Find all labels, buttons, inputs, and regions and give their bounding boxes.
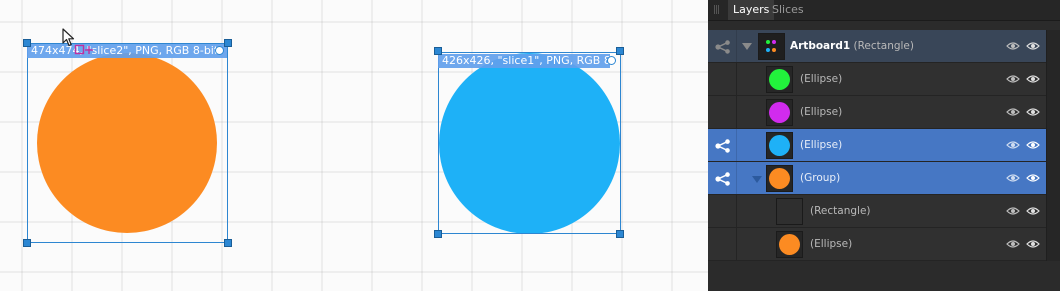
layer-type: (Ellipse) bbox=[800, 139, 843, 151]
layer-row-artboard1[interactable]: Artboard1 (Rectangle) bbox=[708, 30, 1060, 63]
resize-handle-br[interactable] bbox=[616, 230, 624, 238]
layers-panel: Layers Slices Artboard1 (Rectangle) (Ell… bbox=[708, 0, 1060, 291]
eye-icon[interactable] bbox=[1006, 107, 1020, 117]
layer-thumbnail bbox=[766, 99, 793, 126]
link-column bbox=[708, 96, 737, 128]
thumbnail-swatch bbox=[769, 168, 790, 189]
thumbnail-swatch bbox=[769, 135, 790, 156]
panel-grip-icon[interactable] bbox=[714, 5, 719, 14]
layer-label: Artboard1 (Rectangle) bbox=[790, 30, 914, 63]
resize-handle-bl[interactable] bbox=[23, 239, 31, 247]
resize-handle-tl[interactable] bbox=[434, 47, 442, 55]
layer-thumbnail bbox=[766, 66, 793, 93]
link-column bbox=[708, 129, 737, 161]
disclosure-triangle-icon[interactable] bbox=[742, 43, 752, 50]
eye-icon[interactable] bbox=[1006, 206, 1020, 216]
layer-type: (Group) bbox=[800, 172, 841, 184]
resize-handle-tr[interactable] bbox=[224, 39, 232, 47]
rotation-handle[interactable] bbox=[215, 46, 224, 55]
layer-thumbnail bbox=[766, 165, 793, 192]
disclosure-triangle-icon[interactable] bbox=[752, 176, 762, 183]
panel-tabbar: Layers Slices bbox=[708, 0, 1060, 21]
canvas[interactable]: 474x474, "slice2", PNG, RGB 8-bit 426x42… bbox=[0, 0, 708, 291]
layer-row-ellipse-blue[interactable]: (Ellipse) bbox=[708, 129, 1060, 162]
layer-row-ellipse-magenta[interactable]: (Ellipse) bbox=[708, 96, 1060, 129]
eye-icon[interactable] bbox=[1006, 173, 1020, 183]
link-column bbox=[708, 63, 737, 95]
export-link-icon[interactable] bbox=[715, 40, 731, 54]
layer-row-ellipse-orange[interactable]: (Ellipse) bbox=[708, 228, 1060, 261]
resize-handle-bl[interactable] bbox=[434, 230, 442, 238]
eye-icon[interactable] bbox=[1026, 41, 1040, 51]
eye-icon[interactable] bbox=[1026, 107, 1040, 117]
link-column bbox=[708, 162, 737, 194]
layer-type: (Ellipse) bbox=[800, 106, 843, 118]
artboard-thumbnail bbox=[758, 33, 785, 60]
selection-box-slice2[interactable] bbox=[27, 43, 228, 243]
selection-box-slice1[interactable] bbox=[438, 52, 621, 234]
resize-handle-tl[interactable] bbox=[23, 39, 31, 47]
eye-icon[interactable] bbox=[1026, 206, 1040, 216]
slice2-label: 474x474, "slice2", PNG, RGB 8-bit bbox=[27, 44, 227, 58]
thumbnail-swatch bbox=[779, 234, 800, 255]
slice-tool-icon bbox=[74, 44, 93, 55]
layer-thumbnail bbox=[766, 132, 793, 159]
layer-type: (Ellipse) bbox=[800, 73, 843, 85]
eye-icon[interactable] bbox=[1026, 239, 1040, 249]
link-column bbox=[708, 195, 737, 227]
slice1-label: 426x426, "slice1", PNG, RGB 8-bit bbox=[438, 54, 610, 68]
eye-icon[interactable] bbox=[1006, 239, 1020, 249]
export-link-icon[interactable] bbox=[715, 172, 731, 186]
tab-slices[interactable]: Slices bbox=[767, 0, 809, 20]
mouse-cursor-icon bbox=[62, 28, 75, 47]
layer-type: (Rectangle) bbox=[853, 40, 914, 52]
thumbnail-swatch bbox=[769, 69, 790, 90]
resize-handle-br[interactable] bbox=[224, 239, 232, 247]
resize-handle-tr[interactable] bbox=[616, 47, 624, 55]
link-column bbox=[708, 30, 737, 62]
layer-type: (Rectangle) bbox=[810, 205, 871, 217]
layer-thumbnail bbox=[776, 231, 803, 258]
layer-row-group[interactable]: (Group) bbox=[708, 162, 1060, 195]
panel-scrollbar[interactable] bbox=[1046, 30, 1060, 261]
layer-name: Artboard1 bbox=[790, 40, 851, 52]
eye-icon[interactable] bbox=[1006, 140, 1020, 150]
eye-icon[interactable] bbox=[1006, 41, 1020, 51]
layer-thumbnail bbox=[776, 198, 803, 225]
export-link-icon[interactable] bbox=[715, 139, 731, 153]
eye-icon[interactable] bbox=[1026, 173, 1040, 183]
layer-row-rectangle[interactable]: (Rectangle) bbox=[708, 195, 1060, 228]
layer-row-ellipse-green[interactable]: (Ellipse) bbox=[708, 63, 1060, 96]
eye-icon[interactable] bbox=[1026, 140, 1040, 150]
link-column bbox=[708, 228, 737, 260]
layer-type: (Ellipse) bbox=[810, 238, 853, 250]
eye-icon[interactable] bbox=[1026, 74, 1040, 84]
thumbnail-swatch bbox=[769, 102, 790, 123]
eye-icon[interactable] bbox=[1006, 74, 1020, 84]
rotation-handle[interactable] bbox=[607, 56, 616, 65]
